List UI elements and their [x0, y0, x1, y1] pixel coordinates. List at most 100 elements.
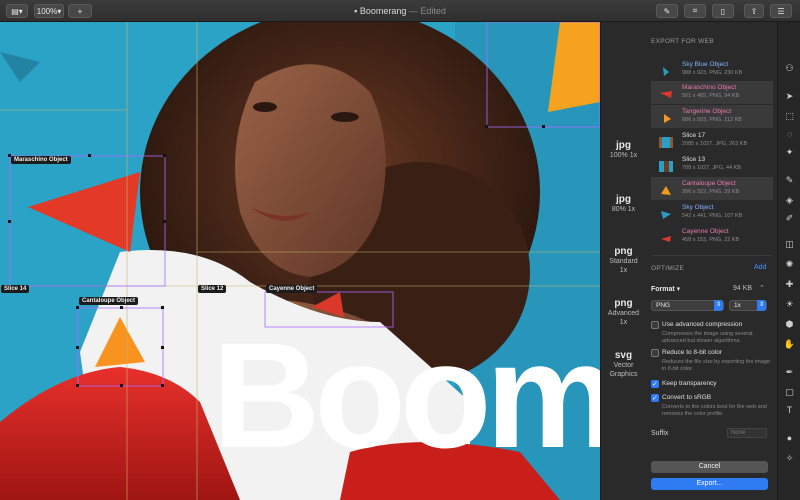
- add-button[interactable]: +: [68, 4, 92, 18]
- chevron-down-icon: ▾: [674, 286, 681, 293]
- collapse-icon[interactable]: ⌃: [759, 284, 765, 292]
- clone-icon[interactable]: ✺: [783, 258, 796, 271]
- slice-label-cayenne[interactable]: Cayenne Object: [266, 285, 318, 293]
- share-button[interactable]: ⇪: [744, 4, 764, 18]
- format-presets: jpg 100% 1x jpg 80% 1x png Standard 1x p…: [600, 22, 645, 500]
- preset-scale: 1x: [619, 267, 628, 274]
- advanced-compression-checkbox[interactable]: [651, 321, 659, 329]
- sun-icon[interactable]: ☀: [783, 298, 796, 311]
- export-item-name: Slice 13: [682, 156, 706, 163]
- pencil-icon[interactable]: ✐: [783, 212, 796, 225]
- keep-transparency-checkbox[interactable]: ✓: [651, 380, 659, 388]
- export-item-name: Slice 17: [682, 132, 706, 139]
- preset-name: png: [614, 246, 633, 257]
- preset-name: jpg: [616, 140, 631, 151]
- slice-label-cantaloupe[interactable]: Cantaloupe Object: [79, 297, 139, 305]
- export-item-thumbnail: [659, 64, 673, 76]
- eraser-icon[interactable]: ◫: [783, 238, 796, 251]
- preset-png-advanced[interactable]: png Advanced 1x: [601, 298, 646, 327]
- format-select[interactable]: PNG ⇕: [651, 300, 724, 311]
- export-item-name: Cayenne Object: [682, 228, 729, 235]
- preset-jpg-80[interactable]: jpg 80% 1x: [601, 194, 646, 214]
- image-canvas[interactable]: Boom Maraschino Object Slice 14 Cantalou…: [0, 22, 600, 500]
- advanced-compression-label: Use advanced compression: [662, 321, 743, 328]
- export-panel: EXPORT FOR WEB Sky Blue Object 988 x 923…: [645, 22, 777, 500]
- slice-label-maraschino[interactable]: Maraschino Object: [11, 156, 71, 164]
- zoom-dropdown[interactable]: 100% ▾: [34, 4, 64, 18]
- adjust-button[interactable]: ☰: [770, 4, 792, 18]
- export-item[interactable]: Cantaloupe Object 306 x 322, PNG, 39 KB: [651, 177, 773, 200]
- sliders-icon: ☰: [777, 6, 785, 16]
- preset-name: svg: [614, 350, 633, 361]
- export-item-name: Sky Blue Object: [682, 61, 729, 68]
- preset-scale: 1x: [619, 319, 628, 326]
- format-select-value: PNG: [656, 302, 671, 309]
- tools-sidebar: ⚇ ➤ ⬚ ◌ ✦ ✎ ◈ ✐ ◫ ✺ ✚ ☀ ⬢ ✋ ✒ ▢ T ● ✧: [777, 22, 800, 500]
- export-item[interactable]: Tangerine Object 686 x 593, PNG, 112 KB: [651, 105, 773, 128]
- export-item-thumbnail: [659, 231, 673, 242]
- advanced-compression-desc: Compresses the image using several advan…: [662, 331, 753, 344]
- keep-transparency-label: Keep transparency: [662, 380, 717, 387]
- document-button[interactable]: ▯: [712, 4, 734, 18]
- suffix-input[interactable]: [727, 428, 767, 438]
- convert-srgb-checkbox[interactable]: ✓: [651, 394, 659, 402]
- suffix-label: Suffix: [651, 430, 669, 437]
- export-tool-icon[interactable]: ⚇: [783, 62, 796, 75]
- scale-select[interactable]: 1x ⇕: [729, 300, 767, 311]
- view-menu-button[interactable]: ▤▾: [6, 4, 28, 18]
- export-item-meta: 542 x 441, PNG, 107 KB: [682, 213, 743, 219]
- format-label-text: Format: [651, 286, 675, 293]
- slice-label-slice-12[interactable]: Slice 12: [198, 285, 227, 293]
- divider: [651, 255, 773, 256]
- brush-icon[interactable]: ✎: [783, 174, 796, 187]
- export-item-meta: 2085 x 1027, JPG, 263 KB: [682, 141, 748, 147]
- export-item-meta: 708 x 1027, JPG, 44 KB: [682, 165, 742, 171]
- convert-srgb-label: Convert to sRGB: [662, 394, 712, 401]
- export-item[interactable]: Slice 17 2085 x 1027, JPG, 263 KB: [651, 129, 773, 152]
- share-icon: ⇪: [750, 6, 758, 16]
- plus-icon: +: [77, 6, 83, 16]
- export-item[interactable]: Sky Object 542 x 441, PNG, 107 KB: [651, 201, 773, 224]
- lasso-icon[interactable]: ◌: [783, 128, 796, 141]
- shape-icon[interactable]: ▢: [783, 386, 796, 399]
- export-button[interactable]: Export...: [651, 478, 768, 490]
- preset-name: png: [614, 298, 633, 309]
- export-item[interactable]: Cayenne Object 458 x 153, PNG, 22 KB: [651, 225, 773, 248]
- colors-icon[interactable]: ●: [783, 432, 796, 445]
- preset-svg[interactable]: svg Vector Graphics: [601, 350, 646, 379]
- preset-png-standard[interactable]: png Standard 1x: [601, 246, 646, 275]
- pen-tool-button[interactable]: ✎: [656, 4, 678, 18]
- optimize-heading: OPTIMIZE: [651, 265, 685, 272]
- slice-label-slice-14[interactable]: Slice 14: [1, 285, 30, 293]
- magic-wand-icon[interactable]: ✦: [783, 146, 796, 159]
- sponge-icon[interactable]: ⬢: [783, 318, 796, 331]
- pointer-tool-icon[interactable]: ➤: [783, 90, 796, 103]
- export-item[interactable]: Slice 13 708 x 1027, JPG, 44 KB: [651, 153, 773, 176]
- preset-jpg-100[interactable]: jpg 100% 1x: [601, 140, 646, 160]
- reduce-8bit-checkbox[interactable]: [651, 349, 659, 357]
- rect-select-icon[interactable]: ⬚: [783, 110, 796, 123]
- pen-icon: ✎: [663, 6, 671, 16]
- effects-icon[interactable]: ✧: [783, 452, 796, 465]
- checkmark-icon: ✓: [652, 381, 658, 388]
- pen-icon[interactable]: ✒: [783, 366, 796, 379]
- sidebar-icon: ▤▾: [11, 6, 23, 16]
- export-item[interactable]: Maraschino Object 561 x 465, PNG, 94 KB: [651, 81, 773, 104]
- format-size: 94 KB: [733, 285, 753, 292]
- text-tool-icon[interactable]: T: [783, 404, 796, 417]
- export-item-meta: 561 x 465, PNG, 94 KB: [682, 93, 740, 99]
- format-label: Format ▾: [651, 285, 680, 293]
- paint-bucket-icon[interactable]: ◈: [783, 194, 796, 207]
- cancel-button[interactable]: Cancel: [651, 461, 768, 473]
- export-item[interactable]: Sky Blue Object 988 x 923, PNG, 230 KB: [651, 58, 773, 81]
- add-link[interactable]: Add: [754, 264, 766, 271]
- zoom-value: 100%: [36, 6, 58, 16]
- export-item-thumbnail: [659, 183, 673, 195]
- hand-icon[interactable]: ✋: [783, 338, 796, 351]
- preset-detail: Advanced: [607, 310, 640, 317]
- preset-detail: 80% 1x: [611, 206, 636, 213]
- export-item-name: Cantaloupe Object: [682, 180, 736, 187]
- heal-icon[interactable]: ✚: [783, 278, 796, 291]
- crop-button[interactable]: ⌗: [684, 4, 706, 18]
- export-item-thumbnail: [659, 87, 673, 98]
